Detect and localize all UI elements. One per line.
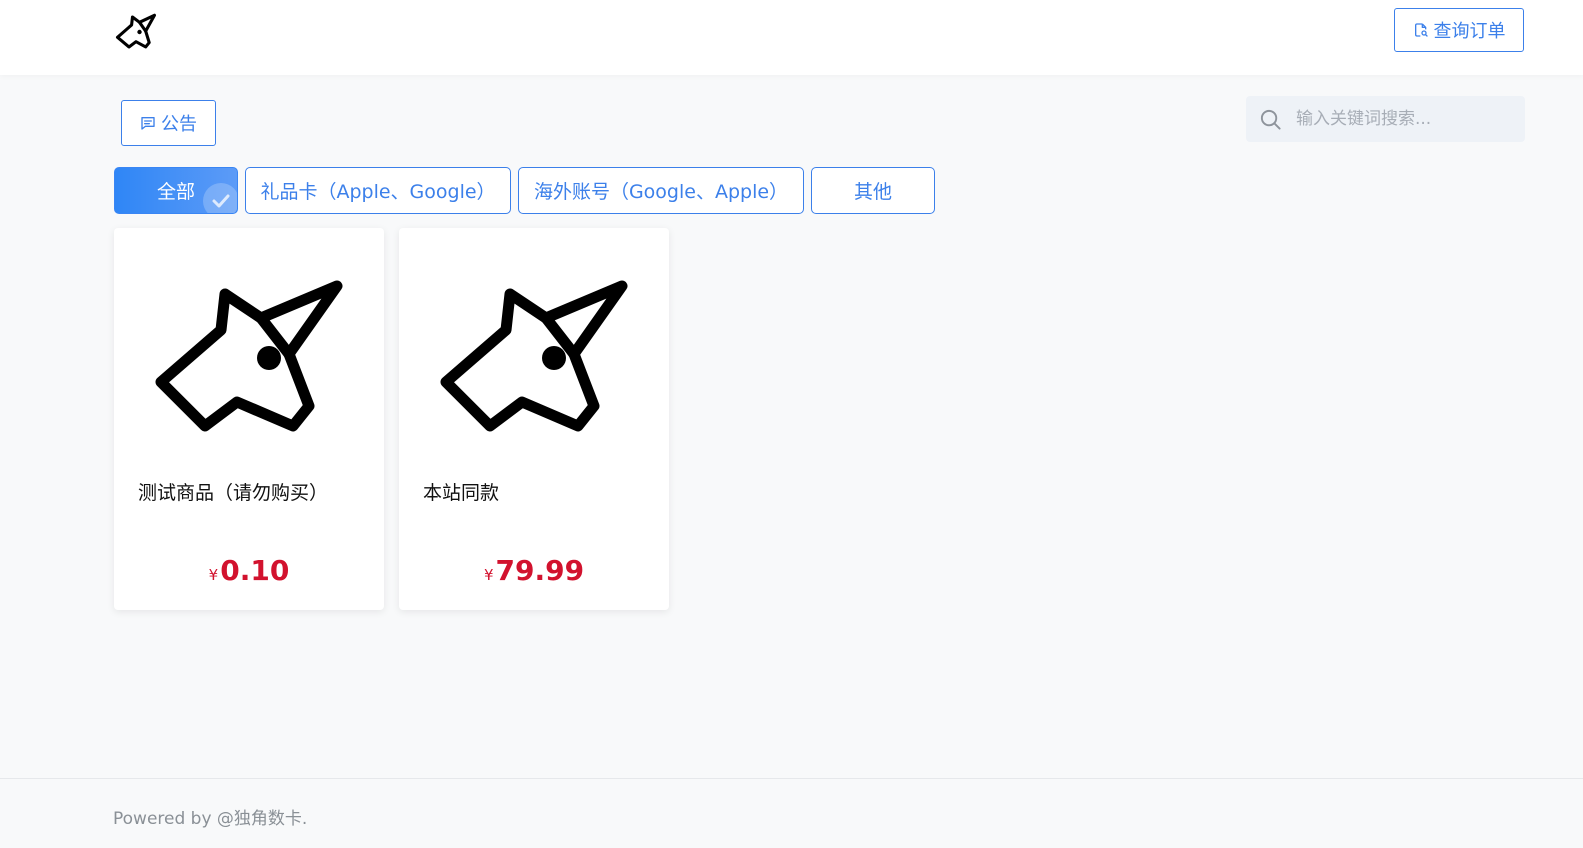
price-value: 0.10 (220, 554, 290, 587)
unicorn-logo-icon[interactable] (112, 10, 160, 54)
unicorn-icon (155, 280, 343, 432)
top-navbar: 查询订单 (0, 0, 1583, 75)
tab-other[interactable]: 其他 (811, 167, 935, 214)
price-value: 79.99 (495, 554, 585, 587)
product-name: 测试商品（请勿购买） (138, 482, 329, 504)
tab-label: 其他 (853, 181, 892, 203)
footer: Powered by @独角数卡. (0, 778, 1583, 848)
product-price: ¥79.99 (399, 554, 669, 587)
currency-symbol: ¥ (483, 566, 494, 584)
unicorn-icon (440, 280, 628, 432)
query-order-button[interactable]: 查询订单 (1394, 8, 1524, 52)
product-name: 本站同款 (423, 482, 500, 504)
tab-label: 海外账号（Google、Apple） (533, 181, 789, 203)
notice-label: 公告 (161, 114, 197, 135)
tab-label: 礼品卡（Apple、Google） (260, 181, 496, 203)
product-card[interactable]: 本站同款 ¥79.99 (399, 228, 669, 610)
check-icon (203, 183, 237, 213)
tab-overseas-accounts[interactable]: 海外账号（Google、Apple） (518, 167, 804, 214)
query-order-label: 查询订单 (1433, 21, 1506, 42)
tab-label: 全部 (156, 181, 195, 203)
document-search-icon (1414, 23, 1428, 37)
search-box[interactable] (1246, 96, 1525, 142)
powered-by-text: Powered by @独角数卡. (113, 809, 308, 829)
notice-button[interactable]: 公告 (121, 100, 216, 146)
message-square-icon (141, 117, 155, 130)
currency-symbol: ¥ (208, 566, 219, 584)
product-price: ¥0.10 (114, 554, 384, 587)
search-icon (1260, 109, 1281, 130)
product-card[interactable]: 测试商品（请勿购买） ¥0.10 (114, 228, 384, 610)
search-input[interactable] (1294, 108, 1518, 130)
tab-all[interactable]: 全部 (114, 167, 238, 214)
tab-gift-cards[interactable]: 礼品卡（Apple、Google） (245, 167, 511, 214)
